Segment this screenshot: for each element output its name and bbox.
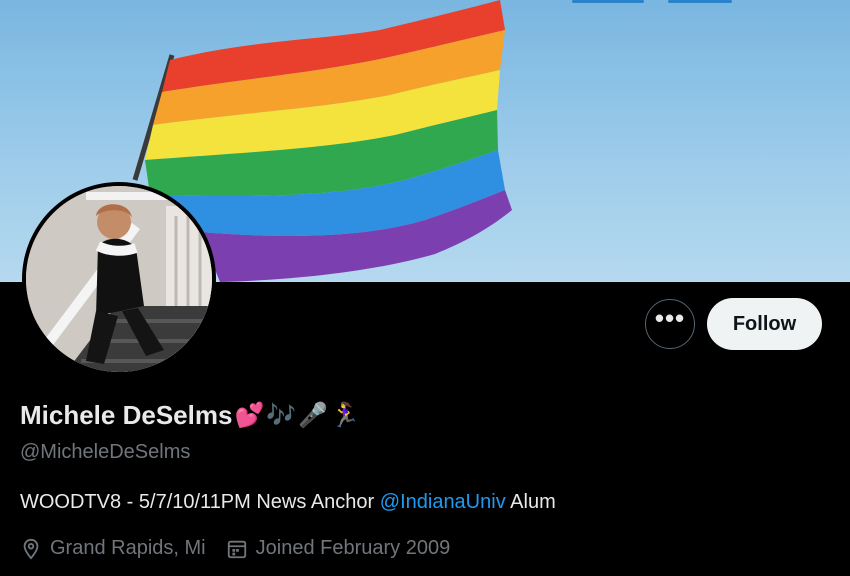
- location-item: Grand Rapids, Mi: [20, 537, 206, 560]
- bio-text: WOODTV8 - 5/7/10/11PM News Anchor: [20, 491, 380, 513]
- bio-mention-link[interactable]: @IndianaUniv: [380, 491, 506, 513]
- user-handle: @MicheleDeSelms: [20, 441, 191, 463]
- music-notes-emoji: 🎶: [266, 402, 297, 429]
- avatar-photo: [26, 186, 212, 372]
- follow-button[interactable]: Follow: [707, 298, 822, 350]
- two-hearts-emoji: 💕: [234, 402, 265, 429]
- joined-item: Joined February 2009: [226, 537, 451, 560]
- profile-bio: WOODTV8 - 5/7/10/11PM News Anchor @India…: [20, 491, 556, 514]
- display-name-row: Michele DeSelms 💕 🎶 🎤 🏃‍♀️: [20, 400, 360, 431]
- bio-text-suffix: Alum: [505, 491, 556, 513]
- runner-emoji: 🏃‍♀️: [330, 402, 360, 429]
- profile-meta: Grand Rapids, Mi Joined February 2009: [20, 537, 470, 560]
- location-text: Grand Rapids, Mi: [50, 537, 206, 559]
- microphone-emoji: 🎤: [298, 402, 329, 429]
- location-pin-icon: [23, 538, 39, 560]
- more-horizontal-icon: •••: [654, 303, 686, 333]
- joined-text: Joined February 2009: [255, 537, 451, 559]
- profile-avatar[interactable]: [22, 182, 216, 376]
- more-options-button[interactable]: •••: [645, 299, 695, 349]
- calendar-icon: [227, 540, 246, 558]
- display-name: Michele DeSelms: [20, 400, 233, 430]
